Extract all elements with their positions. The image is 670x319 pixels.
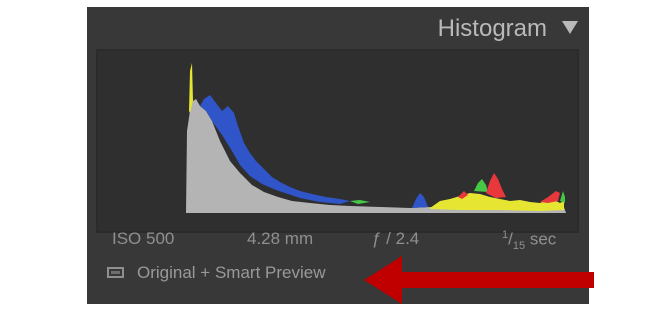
annotation-arrow — [364, 256, 594, 304]
red-arrow-left-icon — [364, 256, 594, 304]
